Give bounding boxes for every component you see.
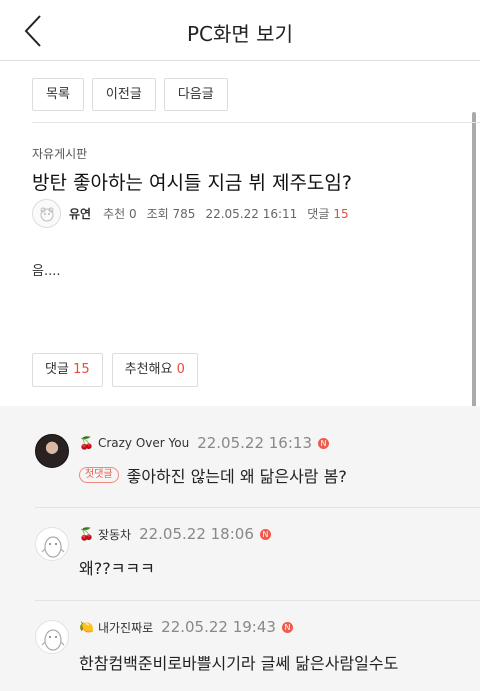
commenter-avatar[interactable] <box>35 434 69 468</box>
comment-header: 🍒 잦동차 22.05.22 18:06 N <box>79 525 271 543</box>
author-name[interactable]: 유연 <box>69 205 91 222</box>
comment-date: 22.05.22 16:13 <box>197 434 312 452</box>
author-avatar[interactable] <box>32 199 61 228</box>
cherry-icon: 🍒 <box>79 527 94 541</box>
commenter-name[interactable]: Crazy Over You <box>98 436 189 450</box>
bear-icon <box>40 207 53 221</box>
recommend-button-label: 추천해요 <box>124 362 173 377</box>
comment-section: 🍒 Crazy Over You 22.05.22 16:13 N 첫댓글 좋아… <box>0 406 480 691</box>
comment-text: 한참컴백준비로바쁠시기라 글쎄 닮은사람일수도 <box>79 654 399 673</box>
penguin-icon <box>41 629 65 651</box>
scrollbar[interactable] <box>472 112 476 408</box>
post-body: 음.... <box>32 264 61 279</box>
comment-divider <box>35 507 480 508</box>
comment-text: 왜??ㅋㅋㅋ <box>79 559 155 578</box>
prev-post-button[interactable]: 이전글 <box>91 78 156 111</box>
post-date: 22.05.22 16:11 <box>205 206 298 221</box>
post-meta: 유연 추천 0 조회 785 22.05.22 16:11 댓글 15 <box>32 199 349 228</box>
comment-divider <box>35 600 480 601</box>
lemon-icon: 🍋 <box>79 620 94 634</box>
next-post-button[interactable]: 다음글 <box>163 78 228 111</box>
top-bar: PC화면 보기 <box>0 0 480 61</box>
comment-text: 첫댓글 좋아하진 않는데 왜 닮은사람 봄? <box>79 463 347 487</box>
divider <box>32 122 480 123</box>
commenter-avatar[interactable] <box>35 527 69 561</box>
list-button[interactable]: 목록 <box>32 78 84 111</box>
recommend-button-count: 0 <box>176 362 185 377</box>
cherry-icon: 🍒 <box>79 436 94 450</box>
page-title[interactable]: PC화면 보기 <box>0 18 480 47</box>
recommend-button[interactable]: 추천해요 0 <box>111 353 198 387</box>
comment-header: 🍒 Crazy Over You 22.05.22 16:13 N <box>79 434 329 452</box>
comment-button-label: 댓글 <box>45 362 69 377</box>
new-badge: N <box>318 437 329 449</box>
post-title: 방탄 좋아하는 여시들 지금 뷔 제주도임? <box>32 172 352 194</box>
comment-header: 🍋 내가진짜로 22.05.22 19:43 N <box>79 618 293 636</box>
commenter-name[interactable]: 잦동차 <box>98 526 131 543</box>
comment-label: 댓글 <box>307 207 330 221</box>
penguin-icon <box>41 536 65 558</box>
comment-text-body: 좋아하진 않는데 왜 닮은사람 봄? <box>126 467 347 486</box>
comment-date: 22.05.22 18:06 <box>139 525 254 543</box>
comment-count: 15 <box>333 206 349 221</box>
commenter-name[interactable]: 내가진짜로 <box>98 619 153 636</box>
recommend-count: 추천 0 <box>103 207 137 221</box>
comment-button[interactable]: 댓글 15 <box>32 353 103 387</box>
board-name[interactable]: 자유게시판 <box>32 145 87 162</box>
comment-button-count: 15 <box>73 362 90 377</box>
comment-date: 22.05.22 19:43 <box>161 618 276 636</box>
first-comment-badge: 첫댓글 <box>79 467 119 483</box>
new-badge: N <box>281 621 293 633</box>
post-nav: 목록 이전글 다음글 <box>32 78 228 111</box>
post-actions: 댓글 15 추천해요 0 <box>32 353 198 387</box>
view-count: 조회 785 <box>146 207 196 221</box>
commenter-avatar[interactable] <box>35 620 69 654</box>
new-badge: N <box>259 528 271 540</box>
